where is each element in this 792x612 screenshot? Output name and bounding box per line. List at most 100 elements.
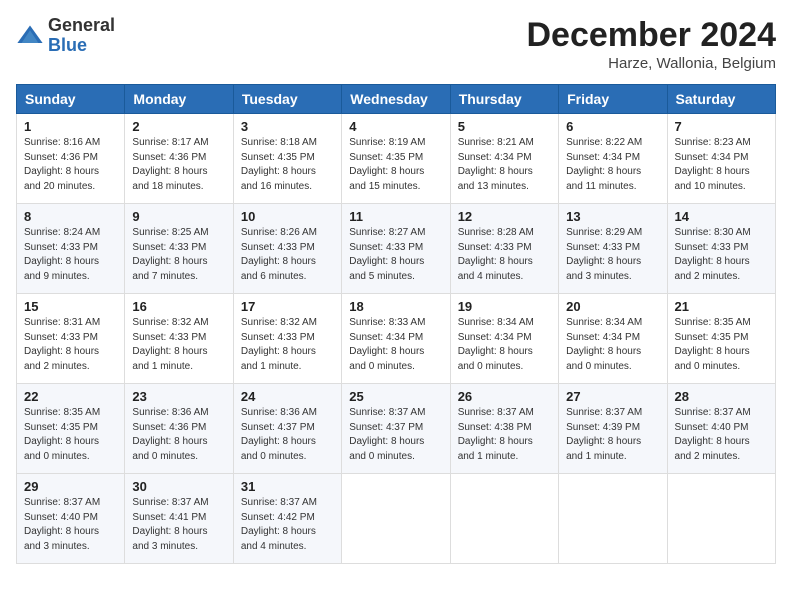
month-title: December 2024	[526, 16, 776, 55]
calendar-cell	[559, 474, 667, 564]
calendar-week-row: 8 Sunrise: 8:24 AM Sunset: 4:33 PM Dayli…	[17, 204, 776, 294]
day-info: Sunrise: 8:31 AM Sunset: 4:33 PM Dayligh…	[24, 316, 117, 374]
calendar-cell: 23 Sunrise: 8:36 AM Sunset: 4:36 PM Dayl…	[125, 384, 233, 474]
calendar-week-row: 22 Sunrise: 8:35 AM Sunset: 4:35 PM Dayl…	[17, 384, 776, 474]
day-number: 7	[675, 119, 768, 134]
calendar-cell: 27 Sunrise: 8:37 AM Sunset: 4:39 PM Dayl…	[559, 384, 667, 474]
calendar-cell: 2 Sunrise: 8:17 AM Sunset: 4:36 PM Dayli…	[125, 114, 233, 204]
calendar-cell: 15 Sunrise: 8:31 AM Sunset: 4:33 PM Dayl…	[17, 294, 125, 384]
weekday-header-sunday: Sunday	[17, 85, 125, 114]
calendar-cell: 30 Sunrise: 8:37 AM Sunset: 4:41 PM Dayl…	[125, 474, 233, 564]
calendar-cell: 25 Sunrise: 8:37 AM Sunset: 4:37 PM Dayl…	[342, 384, 450, 474]
day-info: Sunrise: 8:19 AM Sunset: 4:35 PM Dayligh…	[349, 136, 442, 194]
calendar-cell: 29 Sunrise: 8:37 AM Sunset: 4:40 PM Dayl…	[17, 474, 125, 564]
day-info: Sunrise: 8:37 AM Sunset: 4:40 PM Dayligh…	[675, 406, 768, 464]
calendar-cell: 22 Sunrise: 8:35 AM Sunset: 4:35 PM Dayl…	[17, 384, 125, 474]
day-info: Sunrise: 8:21 AM Sunset: 4:34 PM Dayligh…	[458, 136, 551, 194]
day-info: Sunrise: 8:17 AM Sunset: 4:36 PM Dayligh…	[132, 136, 225, 194]
calendar-cell: 9 Sunrise: 8:25 AM Sunset: 4:33 PM Dayli…	[125, 204, 233, 294]
logo-general-text: General	[48, 16, 115, 36]
calendar-week-row: 1 Sunrise: 8:16 AM Sunset: 4:36 PM Dayli…	[17, 114, 776, 204]
day-number: 5	[458, 119, 551, 134]
day-number: 12	[458, 209, 551, 224]
day-info: Sunrise: 8:18 AM Sunset: 4:35 PM Dayligh…	[241, 136, 334, 194]
calendar-week-row: 29 Sunrise: 8:37 AM Sunset: 4:40 PM Dayl…	[17, 474, 776, 564]
calendar-cell: 7 Sunrise: 8:23 AM Sunset: 4:34 PM Dayli…	[667, 114, 775, 204]
calendar-cell: 12 Sunrise: 8:28 AM Sunset: 4:33 PM Dayl…	[450, 204, 558, 294]
calendar-cell: 10 Sunrise: 8:26 AM Sunset: 4:33 PM Dayl…	[233, 204, 341, 294]
calendar-cell: 28 Sunrise: 8:37 AM Sunset: 4:40 PM Dayl…	[667, 384, 775, 474]
weekday-header-row: SundayMondayTuesdayWednesdayThursdayFrid…	[17, 85, 776, 114]
calendar-cell: 16 Sunrise: 8:32 AM Sunset: 4:33 PM Dayl…	[125, 294, 233, 384]
calendar-cell: 3 Sunrise: 8:18 AM Sunset: 4:35 PM Dayli…	[233, 114, 341, 204]
day-info: Sunrise: 8:32 AM Sunset: 4:33 PM Dayligh…	[241, 316, 334, 374]
day-info: Sunrise: 8:22 AM Sunset: 4:34 PM Dayligh…	[566, 136, 659, 194]
calendar-cell: 19 Sunrise: 8:34 AM Sunset: 4:34 PM Dayl…	[450, 294, 558, 384]
day-number: 11	[349, 209, 442, 224]
day-info: Sunrise: 8:32 AM Sunset: 4:33 PM Dayligh…	[132, 316, 225, 374]
day-number: 14	[675, 209, 768, 224]
day-number: 17	[241, 299, 334, 314]
day-number: 2	[132, 119, 225, 134]
day-number: 25	[349, 389, 442, 404]
logo-blue-text: Blue	[48, 36, 115, 56]
calendar-cell	[667, 474, 775, 564]
day-info: Sunrise: 8:35 AM Sunset: 4:35 PM Dayligh…	[24, 406, 117, 464]
calendar-cell: 17 Sunrise: 8:32 AM Sunset: 4:33 PM Dayl…	[233, 294, 341, 384]
weekday-header-wednesday: Wednesday	[342, 85, 450, 114]
location-title: Harze, Wallonia, Belgium	[526, 55, 776, 72]
calendar-cell: 14 Sunrise: 8:30 AM Sunset: 4:33 PM Dayl…	[667, 204, 775, 294]
logo: General Blue	[16, 16, 115, 56]
day-number: 24	[241, 389, 334, 404]
calendar-table: SundayMondayTuesdayWednesdayThursdayFrid…	[16, 84, 776, 564]
day-info: Sunrise: 8:34 AM Sunset: 4:34 PM Dayligh…	[566, 316, 659, 374]
day-info: Sunrise: 8:37 AM Sunset: 4:42 PM Dayligh…	[241, 496, 334, 554]
calendar-cell	[450, 474, 558, 564]
day-number: 22	[24, 389, 117, 404]
day-number: 3	[241, 119, 334, 134]
weekday-header-thursday: Thursday	[450, 85, 558, 114]
calendar-cell	[342, 474, 450, 564]
day-info: Sunrise: 8:28 AM Sunset: 4:33 PM Dayligh…	[458, 226, 551, 284]
weekday-header-tuesday: Tuesday	[233, 85, 341, 114]
page-header: General Blue December 2024 Harze, Wallon…	[16, 16, 776, 72]
day-number: 16	[132, 299, 225, 314]
day-info: Sunrise: 8:37 AM Sunset: 4:40 PM Dayligh…	[24, 496, 117, 554]
calendar-cell: 24 Sunrise: 8:36 AM Sunset: 4:37 PM Dayl…	[233, 384, 341, 474]
day-info: Sunrise: 8:29 AM Sunset: 4:33 PM Dayligh…	[566, 226, 659, 284]
day-number: 8	[24, 209, 117, 224]
day-info: Sunrise: 8:36 AM Sunset: 4:36 PM Dayligh…	[132, 406, 225, 464]
day-info: Sunrise: 8:34 AM Sunset: 4:34 PM Dayligh…	[458, 316, 551, 374]
calendar-cell: 31 Sunrise: 8:37 AM Sunset: 4:42 PM Dayl…	[233, 474, 341, 564]
day-info: Sunrise: 8:37 AM Sunset: 4:37 PM Dayligh…	[349, 406, 442, 464]
day-info: Sunrise: 8:37 AM Sunset: 4:39 PM Dayligh…	[566, 406, 659, 464]
day-number: 21	[675, 299, 768, 314]
calendar-cell: 18 Sunrise: 8:33 AM Sunset: 4:34 PM Dayl…	[342, 294, 450, 384]
day-number: 28	[675, 389, 768, 404]
weekday-header-monday: Monday	[125, 85, 233, 114]
day-number: 19	[458, 299, 551, 314]
calendar-cell: 26 Sunrise: 8:37 AM Sunset: 4:38 PM Dayl…	[450, 384, 558, 474]
day-number: 29	[24, 479, 117, 494]
day-number: 15	[24, 299, 117, 314]
title-block: December 2024 Harze, Wallonia, Belgium	[526, 16, 776, 72]
day-info: Sunrise: 8:35 AM Sunset: 4:35 PM Dayligh…	[675, 316, 768, 374]
calendar-cell: 8 Sunrise: 8:24 AM Sunset: 4:33 PM Dayli…	[17, 204, 125, 294]
day-number: 23	[132, 389, 225, 404]
calendar-week-row: 15 Sunrise: 8:31 AM Sunset: 4:33 PM Dayl…	[17, 294, 776, 384]
day-number: 18	[349, 299, 442, 314]
day-info: Sunrise: 8:23 AM Sunset: 4:34 PM Dayligh…	[675, 136, 768, 194]
calendar-cell: 4 Sunrise: 8:19 AM Sunset: 4:35 PM Dayli…	[342, 114, 450, 204]
day-number: 13	[566, 209, 659, 224]
day-number: 26	[458, 389, 551, 404]
calendar-cell: 11 Sunrise: 8:27 AM Sunset: 4:33 PM Dayl…	[342, 204, 450, 294]
day-info: Sunrise: 8:26 AM Sunset: 4:33 PM Dayligh…	[241, 226, 334, 284]
day-info: Sunrise: 8:30 AM Sunset: 4:33 PM Dayligh…	[675, 226, 768, 284]
day-number: 30	[132, 479, 225, 494]
day-info: Sunrise: 8:37 AM Sunset: 4:41 PM Dayligh…	[132, 496, 225, 554]
day-number: 4	[349, 119, 442, 134]
calendar-cell: 1 Sunrise: 8:16 AM Sunset: 4:36 PM Dayli…	[17, 114, 125, 204]
day-info: Sunrise: 8:25 AM Sunset: 4:33 PM Dayligh…	[132, 226, 225, 284]
weekday-header-saturday: Saturday	[667, 85, 775, 114]
day-number: 31	[241, 479, 334, 494]
